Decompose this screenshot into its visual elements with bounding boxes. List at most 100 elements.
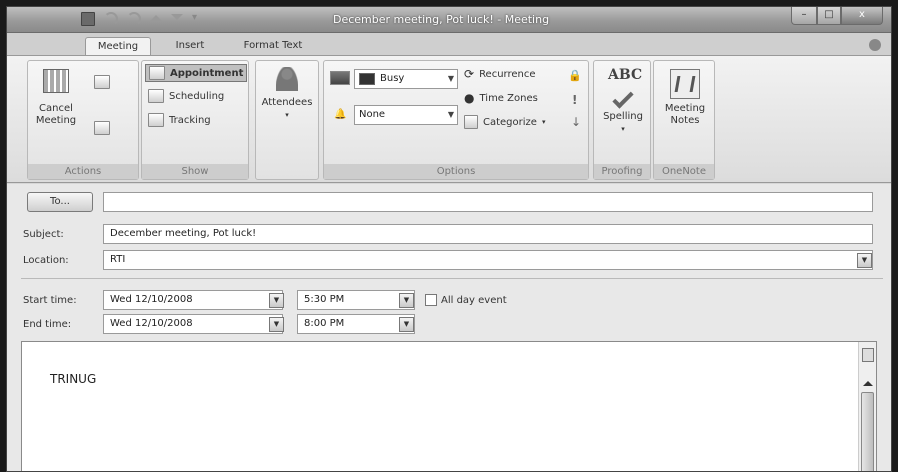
- show-group: Appointment Scheduling Tracking Show: [141, 60, 249, 180]
- end-date-dropdown-button[interactable]: ▼: [269, 317, 284, 332]
- chevron-down-icon: ▼: [447, 74, 455, 83]
- previous-item-icon[interactable]: [150, 9, 162, 21]
- attendees-dropdown-icon: ▾: [285, 111, 289, 119]
- tab-format-text[interactable]: Format Text: [235, 37, 311, 55]
- minimize-button[interactable]: –: [791, 7, 817, 25]
- tab-insert[interactable]: Insert: [167, 37, 213, 55]
- subject-field[interactable]: December meeting, Pot luck!: [103, 224, 873, 244]
- onenote-group-label: OneNote: [654, 164, 714, 179]
- all-day-label: All day event: [441, 295, 507, 306]
- quick-access-toolbar: ▾: [81, 12, 206, 26]
- time-zones-button[interactable]: ● Time Zones: [464, 91, 538, 105]
- scroll-thumb[interactable]: [861, 392, 874, 471]
- save-icon[interactable]: [81, 12, 95, 26]
- scheduling-label: Scheduling: [169, 90, 225, 102]
- to-button[interactable]: To...: [27, 192, 93, 212]
- reminder-icon: 🔔: [334, 109, 347, 120]
- show-group-label: Show: [142, 164, 248, 179]
- end-time-label: End time:: [23, 319, 72, 330]
- meeting-notes-button[interactable]: Meeting Notes: [656, 69, 714, 127]
- appointment-label: Appointment: [170, 67, 244, 79]
- attendees-group: Attendees ▾: [255, 60, 319, 180]
- meeting-window: ▾ December meeting, Pot luck! - Meeting …: [6, 6, 892, 472]
- high-importance-icon[interactable]: !: [572, 93, 577, 107]
- private-icon[interactable]: 🔒: [568, 69, 582, 82]
- separator: [21, 278, 883, 279]
- categorize-button[interactable]: Categorize ▾: [464, 115, 545, 129]
- window-title: December meeting, Pot luck! - Meeting: [333, 13, 550, 26]
- ribbon-tabs: Meeting Insert Format Text: [7, 33, 891, 55]
- customize-toolbar-icon[interactable]: ▾: [192, 12, 206, 26]
- start-time-dropdown-button[interactable]: ▼: [399, 293, 414, 308]
- location-field[interactable]: RTI: [103, 250, 873, 270]
- actions-group-label: Actions: [28, 164, 138, 179]
- chevron-down-icon: ▼: [447, 110, 455, 119]
- meeting-body-editor[interactable]: TRINUG: [21, 341, 877, 471]
- start-time-label: Start time:: [23, 295, 77, 306]
- next-item-icon[interactable]: [171, 14, 183, 26]
- attendees-button[interactable]: Attendees ▾: [258, 67, 316, 121]
- cancel-meeting-icon: [43, 69, 69, 93]
- recurrence-icon: ⟳: [464, 67, 475, 81]
- show-as-select[interactable]: Busy ▼: [354, 69, 458, 89]
- proofing-group: ABC Spelling ▾ Proofing: [593, 60, 651, 180]
- cancel-meeting-label: Cancel Meeting: [35, 103, 77, 126]
- help-icon[interactable]: [869, 39, 881, 51]
- scheduling-icon: [148, 89, 164, 103]
- cancel-meeting-button[interactable]: Cancel Meeting: [34, 69, 78, 127]
- tracking-icon: [148, 113, 164, 127]
- appointment-icon: [149, 66, 165, 80]
- show-as-value: Busy: [380, 73, 405, 84]
- end-date-field[interactable]: Wed 12/10/2008: [103, 314, 283, 334]
- location-dropdown-button[interactable]: ▼: [857, 253, 872, 268]
- recurrence-label: Recurrence: [479, 68, 536, 80]
- start-time-field[interactable]: 5:30 PM: [297, 290, 415, 310]
- end-time-field[interactable]: 8:00 PM: [297, 314, 415, 334]
- proofing-group-label: Proofing: [594, 164, 650, 179]
- body-text: TRINUG: [50, 372, 97, 386]
- globe-icon: ●: [464, 91, 475, 105]
- spelling-label: Spelling: [603, 111, 643, 122]
- window-controls: – □ x: [791, 7, 883, 25]
- vertical-scrollbar[interactable]: [858, 342, 876, 471]
- tracking-label: Tracking: [169, 114, 211, 126]
- attendees-icon: [276, 67, 298, 91]
- all-day-checkbox[interactable]: [425, 294, 437, 306]
- tab-meeting[interactable]: Meeting: [85, 37, 151, 55]
- subject-label: Subject:: [23, 229, 64, 240]
- options-group-label: Options: [324, 164, 588, 179]
- tracking-button[interactable]: Tracking: [148, 113, 211, 127]
- attendees-label: Attendees: [261, 97, 313, 108]
- reminder-select[interactable]: None ▼: [354, 105, 458, 125]
- maximize-button[interactable]: □: [817, 7, 841, 25]
- end-time-dropdown-button[interactable]: ▼: [399, 317, 414, 332]
- start-date-dropdown-button[interactable]: ▼: [269, 293, 284, 308]
- calendar-icon[interactable]: [94, 75, 110, 89]
- time-zones-label: Time Zones: [479, 92, 538, 104]
- ribbon: Cancel Meeting Actions Appointment Sched…: [7, 55, 891, 183]
- recurrence-button[interactable]: ⟳ Recurrence: [464, 67, 536, 81]
- reminder-value: None: [359, 109, 386, 120]
- chevron-down-icon: ▾: [541, 118, 546, 126]
- redo-icon[interactable]: [127, 12, 141, 26]
- show-as-icon: [330, 71, 350, 85]
- spelling-button[interactable]: ABC Spelling ▾: [596, 65, 650, 135]
- onenote-group: Meeting Notes OneNote: [653, 60, 715, 180]
- appointment-button[interactable]: Appointment: [145, 64, 248, 82]
- forward-icon[interactable]: [94, 121, 110, 135]
- scroll-up-icon[interactable]: [863, 376, 873, 386]
- meeting-notes-label: Meeting Notes: [664, 103, 706, 126]
- to-field[interactable]: [103, 192, 873, 212]
- scheduling-button[interactable]: Scheduling: [148, 89, 224, 103]
- close-button[interactable]: x: [841, 7, 883, 25]
- low-importance-icon[interactable]: ↓: [571, 115, 581, 129]
- start-date-field[interactable]: Wed 12/10/2008: [103, 290, 283, 310]
- meeting-form: To... Subject: December meeting, Pot luc…: [7, 184, 891, 471]
- actions-group: Cancel Meeting Actions: [27, 60, 139, 180]
- categorize-label: Categorize: [483, 116, 537, 128]
- location-label: Location:: [23, 255, 69, 266]
- ruler-icon[interactable]: [862, 348, 874, 362]
- categorize-icon: [464, 115, 478, 129]
- undo-icon[interactable]: [104, 12, 118, 26]
- chevron-down-icon: ▾: [621, 125, 625, 133]
